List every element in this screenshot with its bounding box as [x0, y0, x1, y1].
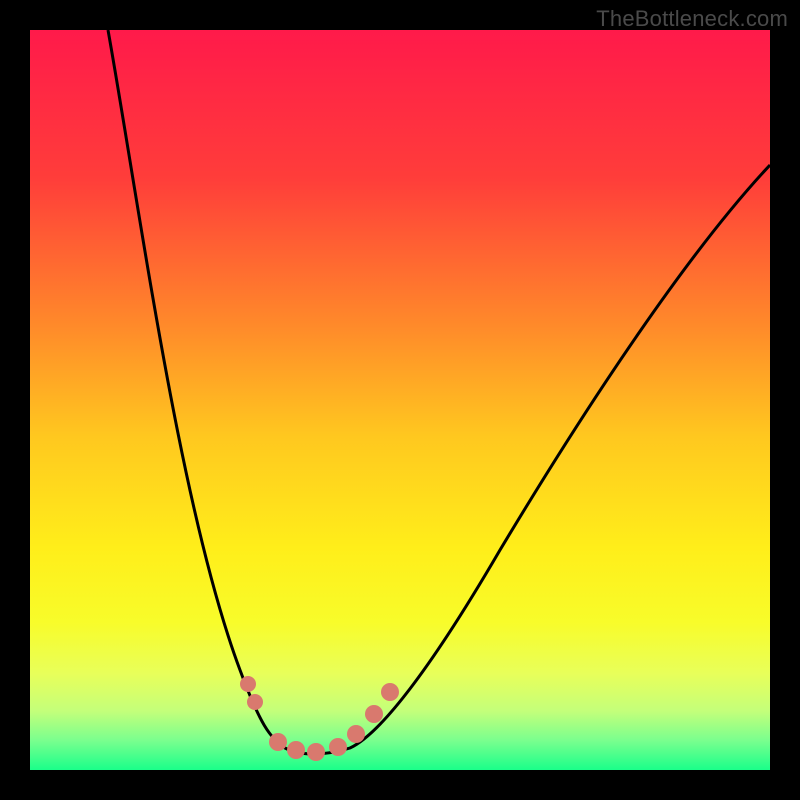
data-marker — [347, 725, 365, 743]
watermark-text: TheBottleneck.com — [596, 6, 788, 32]
data-marker — [365, 705, 383, 723]
data-marker — [269, 733, 287, 751]
data-marker — [329, 738, 347, 756]
data-marker — [307, 743, 325, 761]
chart-frame — [30, 30, 770, 770]
data-marker — [381, 683, 399, 701]
bottleneck-chart — [30, 30, 770, 770]
data-marker — [240, 676, 256, 692]
gradient-background — [30, 30, 770, 770]
data-marker — [247, 694, 263, 710]
data-marker — [287, 741, 305, 759]
